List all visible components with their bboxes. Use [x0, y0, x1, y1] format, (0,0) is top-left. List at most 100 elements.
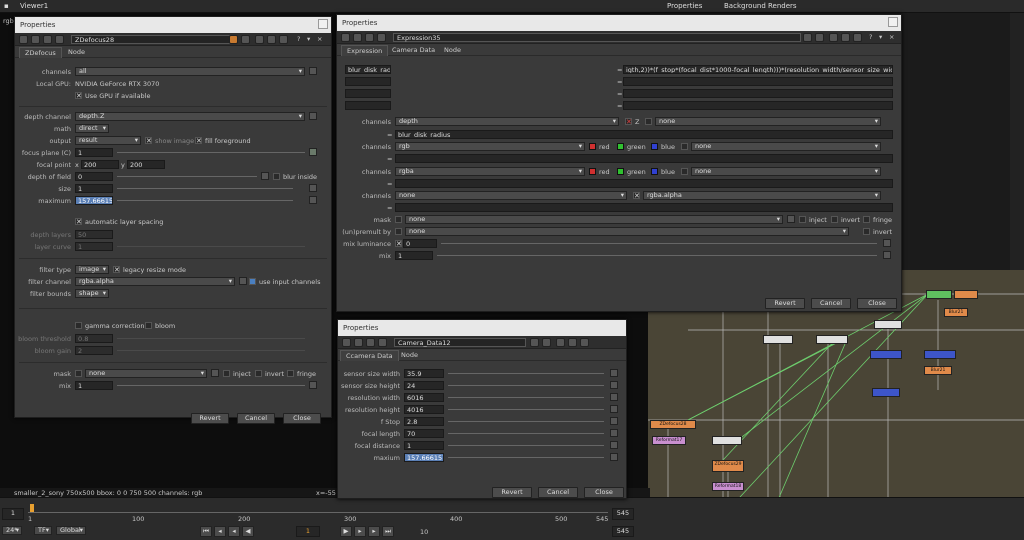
fps-dropdown[interactable]: 24*: [2, 526, 22, 535]
maximum-anim-button[interactable]: [309, 196, 317, 204]
mix-field[interactable]: 1: [395, 251, 433, 260]
tf-dropdown[interactable]: TF: [34, 526, 52, 535]
mixlum-anim-button[interactable]: [883, 239, 891, 247]
filter-bounds-dropdown[interactable]: shape: [75, 289, 109, 298]
timeline-track[interactable]: [28, 512, 608, 513]
invert-checkbox[interactable]: [831, 216, 838, 223]
expr2-field[interactable]: [395, 179, 893, 188]
viewer-icon[interactable]: [31, 35, 40, 44]
revert-icon[interactable]: [853, 33, 862, 42]
filter-channel-menu-button[interactable]: [239, 277, 247, 285]
green-swatch[interactable]: [617, 143, 624, 150]
focus-picker-button[interactable]: [309, 148, 317, 156]
redo-icon[interactable]: [841, 33, 850, 42]
zdefocus-properties-window[interactable]: Properties ZDefocus28 ? ▾ × ZDefocus Nod…: [14, 16, 332, 424]
node-color-icon[interactable]: [229, 35, 238, 44]
temp-expr-field-4[interactable]: [623, 101, 893, 110]
focal-point-x-field[interactable]: 200: [81, 160, 119, 169]
bloom-gain-field[interactable]: 2: [75, 346, 113, 355]
legacy-resize-checkbox[interactable]: ✕: [113, 266, 120, 274]
dag-node[interactable]: [926, 290, 952, 299]
viewer-icon[interactable]: [354, 338, 363, 347]
blur-inside-checkbox[interactable]: [273, 173, 280, 180]
mask-menu-button[interactable]: [211, 369, 219, 377]
dof-anim-button[interactable]: [261, 172, 269, 180]
node-name-field[interactable]: Camera_Data12: [394, 338, 526, 347]
temp-name-field-4[interactable]: [345, 101, 391, 110]
node-name-field[interactable]: ZDefocus28: [71, 35, 231, 44]
collapse-icon[interactable]: [19, 35, 28, 44]
camera-row-anim-button[interactable]: [610, 441, 618, 449]
node-icon[interactable]: [377, 33, 386, 42]
go-end-button[interactable]: ⏭: [382, 526, 394, 537]
camera-row-anim-button[interactable]: [610, 405, 618, 413]
layer-curve-slider[interactable]: [117, 246, 305, 247]
revert-icon[interactable]: [580, 338, 589, 347]
close-panel-icon[interactable]: ×: [889, 33, 894, 41]
undo-icon[interactable]: [556, 338, 565, 347]
channels-2-extra-dropdown[interactable]: none: [691, 167, 881, 176]
temp-expr-field[interactable]: igth,2))*(f_stop*(focal_dist*1000-focal_…: [623, 65, 893, 74]
mix-luminance-checkbox[interactable]: ✕: [395, 240, 402, 248]
camera-row-anim-button[interactable]: [610, 393, 618, 401]
tile-color-icon[interactable]: [542, 338, 551, 347]
tab-camera-data[interactable]: Ccamera Data: [340, 350, 399, 361]
camera-row-anim-button[interactable]: [610, 381, 618, 389]
depth-channel-dropdown[interactable]: depth.Z: [75, 112, 305, 121]
node-icon[interactable]: [378, 338, 387, 347]
background-renders-tab[interactable]: Background Renders: [724, 2, 797, 10]
next-key-button[interactable]: ▸: [368, 526, 380, 537]
ch0-extra-checkbox[interactable]: [645, 118, 652, 125]
temp-name-field[interactable]: blur_disk_radiu: [345, 65, 391, 74]
mix-slider[interactable]: [117, 385, 305, 386]
math-dropdown[interactable]: direct: [75, 124, 109, 133]
revert-button[interactable]: Revert: [191, 413, 229, 424]
size-field[interactable]: 1: [75, 184, 113, 193]
red-swatch[interactable]: [589, 143, 596, 150]
timeline[interactable]: 1 1 100 200 300 400 500 545 545 24* TF G…: [0, 497, 1024, 540]
show-image-checkbox[interactable]: ✕: [145, 137, 152, 145]
mask-checkbox[interactable]: [395, 216, 402, 223]
camera-row-anim-button[interactable]: [610, 429, 618, 437]
dag-node[interactable]: [712, 436, 742, 445]
channels-1-dropdown[interactable]: rgb: [395, 142, 585, 151]
tab-camera-data[interactable]: Camera Data: [387, 45, 440, 56]
dag-node-reformat17[interactable]: Reformat17: [652, 436, 686, 445]
use-gpu-checkbox[interactable]: ✕: [75, 92, 82, 100]
timeline-end-field-2[interactable]: 545: [612, 526, 634, 537]
playhead[interactable]: [30, 504, 34, 512]
camera-row-slider[interactable]: [448, 397, 604, 398]
fringe-checkbox[interactable]: [287, 370, 294, 377]
dag-node-blur[interactable]: Blur21: [944, 308, 968, 317]
node-icon[interactable]: [55, 35, 64, 44]
camera-row-slider[interactable]: [448, 373, 604, 374]
collapse-icon[interactable]: [341, 33, 350, 42]
camera-row-slider[interactable]: [448, 433, 604, 434]
layer-curve-field[interactable]: 1: [75, 242, 113, 251]
camera-row-field[interactable]: 2.8: [404, 417, 444, 426]
gamma-correction-checkbox[interactable]: [75, 322, 82, 329]
focal-point-y-field[interactable]: 200: [127, 160, 165, 169]
camera-row-anim-button[interactable]: [610, 369, 618, 377]
camera-row-field[interactable]: 4016: [404, 405, 444, 414]
depth-of-field-field[interactable]: 0: [75, 172, 113, 181]
camera-row-field[interactable]: 6016: [404, 393, 444, 402]
red-swatch[interactable]: [589, 168, 596, 175]
blue-swatch[interactable]: [651, 143, 658, 150]
output-dropdown[interactable]: result: [75, 136, 141, 145]
help-icon[interactable]: ?: [297, 35, 300, 43]
inject-checkbox[interactable]: [799, 216, 806, 223]
mix-anim-button[interactable]: [309, 381, 317, 389]
focus-plane-slider[interactable]: [117, 152, 305, 153]
ch1-extra-checkbox[interactable]: [681, 143, 688, 150]
cancel-button[interactable]: Cancel: [811, 298, 851, 309]
expr1-field[interactable]: [395, 154, 893, 163]
dag-node-zdefocus29[interactable]: ZDefocus29: [712, 460, 744, 472]
channels-dropdown[interactable]: all: [75, 67, 305, 76]
depth-layers-field[interactable]: 50: [75, 230, 113, 239]
expression-properties-window[interactable]: Properties Expression35 ? ▾ × Expression…: [336, 14, 902, 312]
camera-row-field[interactable]: 70: [404, 429, 444, 438]
focus-plane-field[interactable]: 1: [75, 148, 113, 157]
channels-0-dropdown[interactable]: depth: [395, 117, 619, 126]
z-checkbox[interactable]: ✕: [625, 118, 632, 126]
